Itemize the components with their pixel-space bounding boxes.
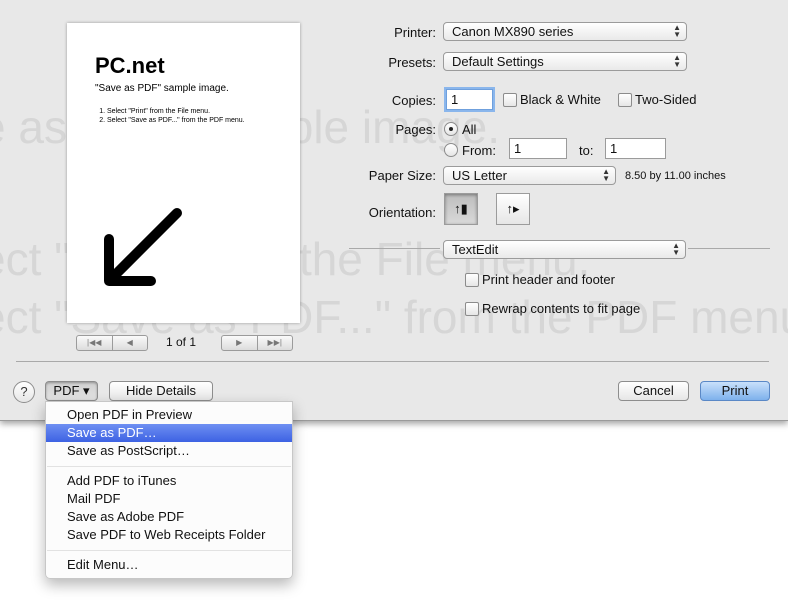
menu-item-save-as-adobe-pdf[interactable]: Save as Adobe PDF bbox=[46, 508, 292, 526]
paper-size-value: US Letter bbox=[452, 168, 507, 183]
menu-item-add-pdf-to-itunes[interactable]: Add PDF to iTunes bbox=[46, 472, 292, 490]
paper-size-popup[interactable]: US Letter ▲ ▼ bbox=[443, 166, 616, 185]
pages-to-label: to: bbox=[579, 143, 594, 158]
rewrap-label: Rewrap contents to fit page bbox=[482, 301, 641, 316]
two-sided-checkbox[interactable] bbox=[618, 93, 632, 107]
help-button[interactable]: ? bbox=[13, 381, 35, 403]
printer-label: Printer: bbox=[394, 25, 436, 40]
pages-label: Pages: bbox=[395, 122, 436, 137]
copies-field[interactable]: 1 bbox=[446, 89, 493, 110]
preview-subtitle: "Save as PDF" sample image. bbox=[95, 83, 229, 94]
pages-all-radio[interactable] bbox=[444, 122, 458, 136]
preview-nav-forward: ▶ ▶▶| bbox=[221, 335, 293, 351]
preview-nav-back: |◀◀ ◀ bbox=[76, 335, 148, 351]
pages-from-field[interactable]: 1 bbox=[509, 138, 567, 159]
preview-steps: Select "Print" from the File menu. Selec… bbox=[97, 107, 245, 125]
rewrap-checkbox[interactable] bbox=[465, 302, 479, 316]
menu-item-save-as-pdf[interactable]: Save as PDF… bbox=[46, 424, 292, 442]
presets-value: Default Settings bbox=[452, 54, 544, 69]
orientation-portrait-button[interactable]: ↑▮ bbox=[444, 193, 478, 225]
cancel-button[interactable]: Cancel bbox=[618, 381, 689, 401]
page-indicator: 1 of 1 bbox=[166, 335, 197, 349]
pdf-menu-button[interactable]: PDF ▾ bbox=[45, 381, 98, 401]
print-button[interactable]: Print bbox=[700, 381, 770, 401]
question-mark-icon: ? bbox=[20, 384, 28, 399]
menu-item-open-pdf-in-preview[interactable]: Open PDF in Preview bbox=[46, 406, 292, 424]
two-sided-label: Two-Sided bbox=[635, 92, 697, 107]
print-header-footer-label: Print header and footer bbox=[482, 272, 615, 287]
landscape-person-icon: ↑▸ bbox=[506, 201, 520, 216]
menu-item-mail-pdf[interactable]: Mail PDF bbox=[46, 490, 292, 508]
pages-from-label: From: bbox=[462, 143, 496, 158]
copies-label: Copies: bbox=[391, 93, 436, 108]
section-divider bbox=[349, 248, 440, 249]
last-page-button[interactable]: ▶▶| bbox=[256, 336, 293, 350]
presets-popup[interactable]: Default Settings ▲ ▼ bbox=[443, 52, 687, 71]
arrow-down-left-icon bbox=[104, 208, 182, 286]
hide-details-button[interactable]: Hide Details bbox=[109, 381, 213, 401]
printer-value: Canon MX890 series bbox=[452, 24, 574, 39]
portrait-person-icon: ↑▮ bbox=[454, 201, 468, 216]
menu-item-edit-menu[interactable]: Edit Menu… bbox=[46, 556, 292, 574]
section-divider bbox=[688, 248, 770, 249]
print-sheet: e as PDF" sample image. ect "Print" from… bbox=[0, 0, 788, 421]
updown-chevron-icon: ▲ ▼ bbox=[602, 167, 610, 183]
presets-label: Presets: bbox=[388, 55, 436, 70]
paper-size-label: Paper Size: bbox=[368, 168, 436, 183]
preview-title: PC.net bbox=[95, 53, 165, 78]
menu-separator bbox=[47, 466, 291, 467]
orientation-landscape-button[interactable]: ↑▸ bbox=[496, 193, 530, 225]
printer-popup[interactable]: Canon MX890 series ▲ ▼ bbox=[443, 22, 687, 41]
menu-separator bbox=[47, 550, 291, 551]
orientation-label: Orientation: bbox=[368, 205, 436, 220]
pages-all-label: All bbox=[462, 122, 477, 137]
pages-to-field[interactable]: 1 bbox=[605, 138, 666, 159]
app-options-popup[interactable]: TextEdit ▲ ▼ bbox=[443, 240, 686, 259]
updown-chevron-icon: ▲ ▼ bbox=[673, 53, 681, 69]
next-page-button[interactable]: ▶ bbox=[222, 336, 257, 350]
black-white-checkbox[interactable] bbox=[503, 93, 517, 107]
page-preview: PC.net "Save as PDF" sample image. Selec… bbox=[67, 23, 300, 323]
updown-chevron-icon: ▲ ▼ bbox=[673, 23, 681, 39]
print-header-footer-checkbox[interactable] bbox=[465, 273, 479, 287]
previous-page-button[interactable]: ◀ bbox=[111, 336, 148, 350]
first-page-button[interactable]: |◀◀ bbox=[77, 336, 112, 350]
menu-item-save-pdf-to-web-receipts[interactable]: Save PDF to Web Receipts Folder bbox=[46, 526, 292, 544]
pdf-dropdown-menu: Open PDF in Preview Save as PDF… Save as… bbox=[45, 401, 293, 579]
menu-item-save-as-postscript[interactable]: Save as PostScript… bbox=[46, 442, 292, 460]
preview-step: Select "Save as PDF..." from the PDF men… bbox=[107, 116, 245, 125]
bottom-divider bbox=[16, 361, 769, 362]
paper-dimensions: 8.50 by 11.00 inches bbox=[625, 170, 726, 182]
app-options-value: TextEdit bbox=[452, 242, 499, 257]
pages-from-radio[interactable] bbox=[444, 143, 458, 157]
updown-chevron-icon: ▲ ▼ bbox=[672, 241, 680, 257]
black-white-label: Black & White bbox=[520, 92, 601, 107]
preview-step: Select "Print" from the File menu. bbox=[107, 107, 245, 116]
